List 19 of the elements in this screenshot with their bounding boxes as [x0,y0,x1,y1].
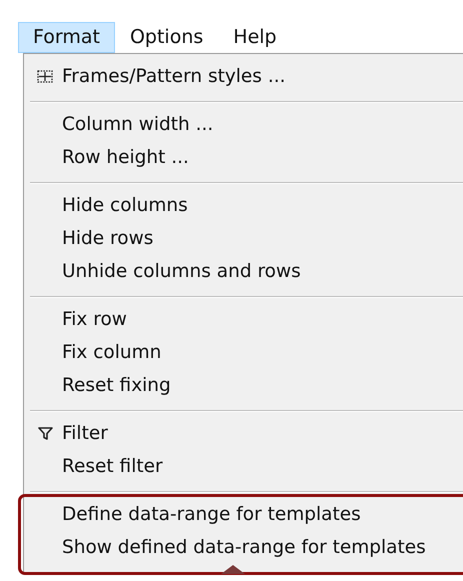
menu-item[interactable]: Define data-range for templates [24,498,463,531]
menu-item[interactable]: Filter [24,417,463,450]
arrow-head [221,565,245,574]
menu-item[interactable]: Unhide columns and rows [24,255,463,288]
menu-item[interactable]: Fix column [24,336,463,369]
filter-icon [38,427,52,440]
menu-item[interactable]: Fix row [24,303,463,336]
menu-item[interactable]: Hide rows [24,222,463,255]
menu-title[interactable]: Options [114,22,218,53]
menu-item[interactable]: Frames/Pattern styles ... [24,60,463,93]
menu-item[interactable]: Reset fixing [24,369,463,402]
menu-item[interactable]: Column width ... [24,108,463,141]
menu-item[interactable]: Hide columns [24,189,463,222]
grid-icon [37,70,53,83]
menu-item[interactable]: Row height ... [24,141,463,174]
menu-title[interactable]: Format [18,22,115,53]
menu-item[interactable]: Reset filter [24,450,463,483]
menu-title[interactable]: Help [218,22,292,53]
menu-item[interactable]: Show defined data-range for templates [24,531,463,564]
